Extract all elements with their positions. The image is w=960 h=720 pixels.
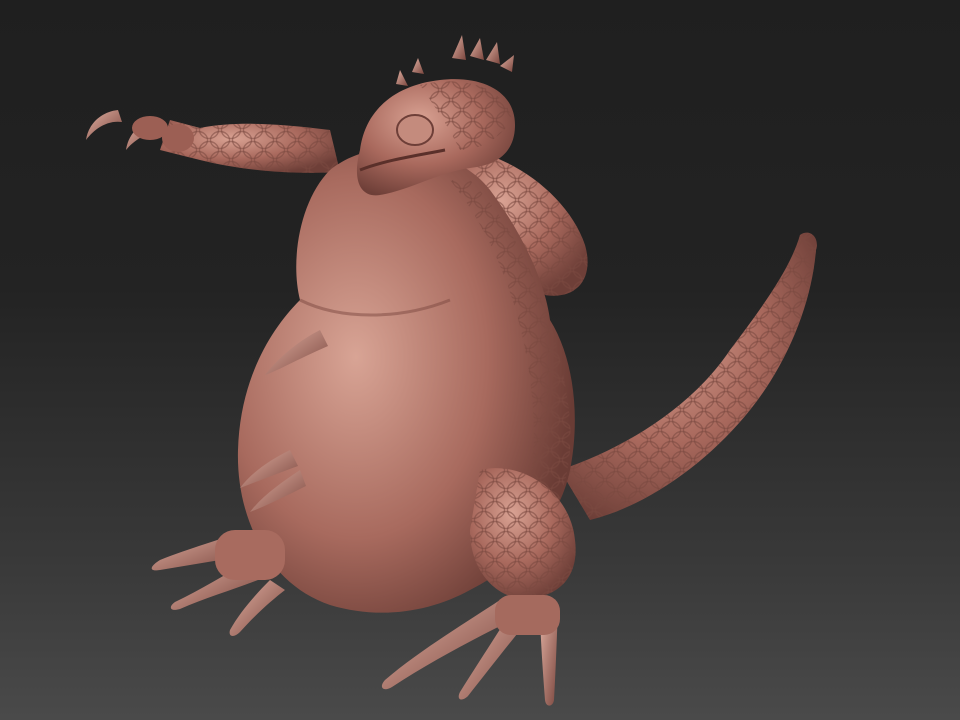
- left-foot: [151, 530, 285, 636]
- raised-arm: [86, 110, 340, 173]
- spikes: [396, 35, 514, 86]
- sculpt-viewport[interactable]: [0, 0, 960, 720]
- creature-sculpture: [86, 35, 817, 706]
- eye: [396, 114, 434, 146]
- claw: [86, 110, 122, 140]
- tail: [560, 232, 817, 520]
